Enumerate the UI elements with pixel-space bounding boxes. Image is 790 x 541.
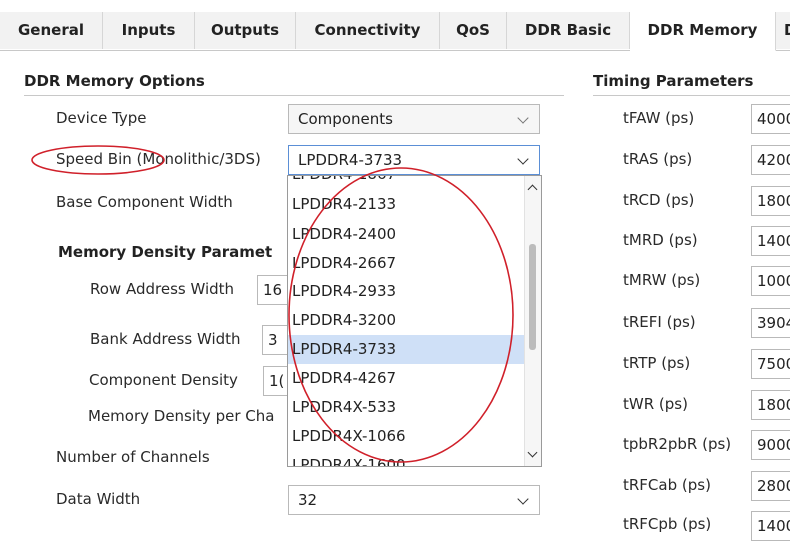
speed-bin-value: LPDDR4-3733 [298, 151, 403, 169]
tmrd-label: tMRD (ps) [623, 231, 698, 249]
dropdown-option-selected[interactable]: LPDDR4-3733 [288, 335, 524, 364]
tab-bar: General Inputs Outputs Connectivity QoS … [0, 12, 790, 51]
trfcpb-label: tRFCpb (ps) [623, 515, 712, 533]
trfcpb-input[interactable]: 1400 [751, 511, 790, 541]
device-type-select[interactable]: Components [288, 104, 540, 134]
base-component-width-label: Base Component Width [56, 193, 233, 211]
tab-qos[interactable]: QoS [440, 12, 507, 49]
scroll-down-icon[interactable] [527, 447, 538, 458]
dropdown-option[interactable]: LPDDR4X-533 [288, 393, 524, 422]
trefi-input[interactable]: 3904 [751, 308, 790, 338]
dropdown-option[interactable]: LPDDR4X-1600 [288, 451, 524, 466]
chevron-down-icon [517, 112, 529, 124]
twr-label: tWR (ps) [623, 395, 688, 413]
timing-parameters-title: Timing Parameters [593, 72, 754, 90]
dropdown-scrollbar[interactable] [524, 176, 541, 466]
ddr-memory-options-title: DDR Memory Options [24, 72, 205, 90]
tras-label: tRAS (ps) [623, 150, 693, 168]
twr-input[interactable]: 1800 [751, 390, 790, 420]
tab-ddr-memory[interactable]: DDR Memory [630, 12, 776, 51]
tab-inputs[interactable]: Inputs [103, 12, 195, 49]
section-divider [593, 95, 790, 96]
trtp-label: tRTP (ps) [623, 354, 691, 372]
trfcab-input[interactable]: 2800 [751, 471, 790, 501]
bank-address-width-label: Bank Address Width [90, 330, 241, 348]
tfaw-label: tFAW (ps) [623, 109, 695, 127]
tab-connectivity[interactable]: Connectivity [296, 12, 440, 49]
tmrd-input[interactable]: 1400 [751, 226, 790, 256]
device-type-value: Components [298, 110, 393, 128]
chevron-down-icon [517, 493, 529, 505]
device-type-label: Device Type [56, 109, 147, 127]
tmrw-input[interactable]: 1000 [751, 266, 790, 296]
dropdown-option[interactable]: LPDDR4-2400 [288, 220, 524, 249]
component-density-label: Component Density [89, 371, 238, 389]
tfaw-input[interactable]: 4000 [751, 104, 790, 134]
dropdown-option[interactable]: LPDDR4-1867 [288, 176, 524, 189]
dropdown-option[interactable]: LPDDR4-2133 [288, 190, 524, 219]
dropdown-option[interactable]: LPDDR4X-1066 [288, 422, 524, 451]
data-width-value: 32 [298, 491, 318, 509]
tras-input[interactable]: 4200 [751, 145, 790, 175]
memory-density-title: Memory Density Paramet [58, 243, 273, 261]
trefi-label: tREFI (ps) [623, 313, 696, 331]
chevron-down-icon [517, 153, 529, 165]
dropdown-option[interactable]: LPDDR4-4267 [288, 364, 524, 393]
tab-ddr-basic[interactable]: DDR Basic [507, 12, 630, 49]
tab-next-partial[interactable]: D [776, 12, 790, 49]
scrollbar-thumb[interactable] [529, 244, 536, 350]
data-width-select[interactable]: 32 [288, 485, 540, 515]
speed-bin-label: Speed Bin (Monolithic/3DS) [56, 150, 261, 168]
section-divider [24, 95, 564, 96]
dropdown-option[interactable]: LPDDR4-2933 [288, 277, 524, 306]
tpbr2pbr-input[interactable]: 9000 [751, 430, 790, 460]
data-width-label: Data Width [56, 490, 141, 508]
trcd-input[interactable]: 1800 [751, 186, 790, 216]
tpbr2pbr-label: tpbR2pbR (ps) [623, 435, 732, 453]
tab-general[interactable]: General [0, 12, 103, 49]
trtp-input[interactable]: 7500 [751, 349, 790, 379]
speed-bin-select[interactable]: LPDDR4-3733 [288, 145, 540, 175]
trfcab-label: tRFCab (ps) [623, 476, 711, 494]
scroll-up-icon[interactable] [527, 184, 538, 195]
number-of-channels-label: Number of Channels [56, 448, 210, 466]
tab-outputs[interactable]: Outputs [195, 12, 296, 49]
row-address-width-label: Row Address Width [90, 280, 235, 298]
speed-bin-dropdown-list[interactable]: LPDDR4-1867 LPDDR4-2133 LPDDR4-2400 LPDD… [287, 175, 542, 467]
tmrw-label: tMRW (ps) [623, 271, 701, 289]
memory-density-per-channel-label: Memory Density per Cha [88, 407, 275, 425]
dropdown-option[interactable]: LPDDR4-3200 [288, 306, 524, 335]
trcd-label: tRCD (ps) [623, 191, 695, 209]
dropdown-option[interactable]: LPDDR4-2667 [288, 249, 524, 278]
